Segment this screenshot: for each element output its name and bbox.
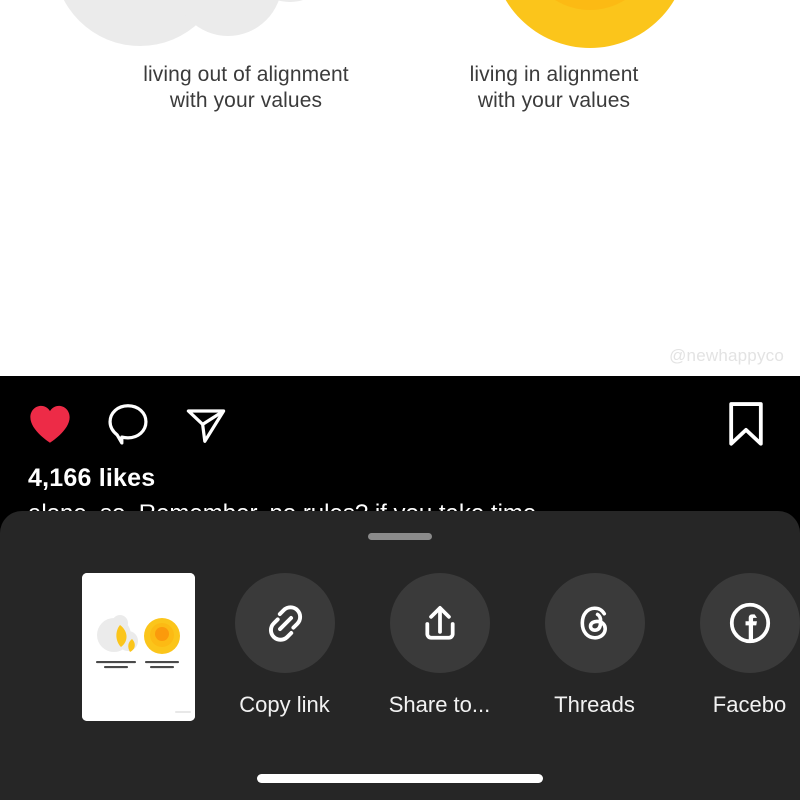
threads-icon[interactable] — [544, 573, 645, 673]
share-target-row: Copy link Share to... Threads Facebo — [0, 573, 800, 733]
link-icon[interactable] — [234, 573, 335, 673]
share-target-threads[interactable]: Threads — [517, 573, 672, 718]
bookmark-button[interactable] — [720, 398, 772, 450]
home-indicator-bar[interactable] — [257, 774, 543, 783]
share-target-copy-link[interactable]: Copy link — [207, 573, 362, 718]
instagram-post-screen: living out of alignment with your values… — [0, 0, 800, 800]
share-target-label: Facebo — [712, 692, 787, 717]
share-target-label: Share to... — [388, 692, 491, 717]
media-label-right: living in alignment with your values — [354, 62, 754, 114]
comment-button[interactable] — [102, 398, 154, 450]
share-upload-icon[interactable] — [389, 573, 490, 673]
facebook-icon[interactable] — [699, 573, 800, 673]
share-target-share-to[interactable]: Share to... — [362, 573, 517, 718]
post-media[interactable]: living out of alignment with your values… — [0, 0, 800, 376]
media-watermark: @newhappyco — [669, 346, 784, 365]
media-label-right-line2: with your values — [477, 89, 631, 112]
share-targets: Copy link Share to... Threads Facebo — [207, 573, 800, 718]
likes-count[interactable]: 4,166 likes — [28, 464, 155, 493]
share-target-label: Threads — [554, 692, 635, 717]
share-target-facebook[interactable]: Facebo — [672, 573, 800, 718]
share-target-label: Copy link — [239, 692, 330, 717]
media-label-right-line1: living in alignment — [469, 63, 639, 86]
post-action-bar: 4,166 likes alone, so. Remember, no rule… — [0, 376, 800, 527]
share-sheet: Copy link Share to... Threads Facebo — [0, 511, 800, 800]
share-post-button[interactable] — [180, 398, 232, 450]
like-button[interactable] — [24, 398, 76, 450]
sheet-grabber-handle[interactable] — [368, 533, 432, 540]
post-thumbnail-preview[interactable] — [82, 573, 195, 721]
action-icon-group — [24, 398, 232, 450]
